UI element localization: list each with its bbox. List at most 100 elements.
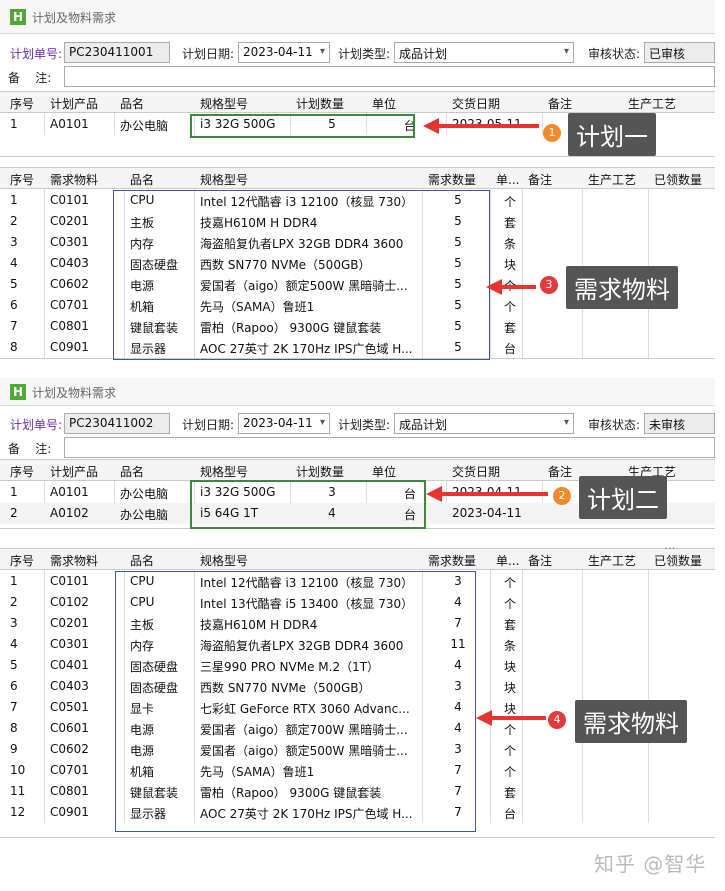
table-cell-unit: 个 bbox=[503, 576, 516, 590]
column-header[interactable]: 单... bbox=[496, 552, 524, 569]
remark-row: 备 注: bbox=[0, 64, 715, 90]
chevron-down-icon[interactable]: ▾ bbox=[564, 417, 569, 428]
callout-label: 计划一 bbox=[568, 113, 656, 156]
column-header[interactable]: 规格型号 bbox=[200, 552, 425, 569]
plan-date-value: 2023-04-11 bbox=[243, 416, 313, 430]
app-logo-icon: H bbox=[10, 384, 26, 400]
plan-type-label: 计划类型: bbox=[338, 47, 391, 61]
column-header[interactable]: 已领数量 bbox=[654, 171, 714, 188]
remark-label: 备 注: bbox=[8, 71, 52, 85]
column-header[interactable]: 需求数量 bbox=[428, 171, 488, 188]
step-badge: 1 bbox=[543, 124, 561, 142]
column-header[interactable]: 规格型号 bbox=[200, 463, 292, 480]
table-cell-unit: 个 bbox=[503, 765, 516, 779]
plan-no-label: 计划单号: bbox=[10, 418, 63, 432]
table-cell-unit: 个 bbox=[503, 744, 516, 758]
table-cell-unit: 块 bbox=[503, 702, 516, 716]
watermark: 知乎 @智华 bbox=[594, 852, 707, 876]
plan-no-field[interactable]: PC230411002 bbox=[64, 413, 170, 434]
column-header[interactable]: 序号 bbox=[10, 463, 46, 480]
table-cell-unit: 块 bbox=[503, 660, 516, 674]
table-cell-seq: 1 bbox=[10, 193, 18, 207]
column-header[interactable]: 需求物料 bbox=[50, 552, 126, 569]
column-header[interactable]: 规格型号 bbox=[200, 95, 292, 112]
callout-label: 需求物料 bbox=[575, 700, 687, 743]
remark-field[interactable] bbox=[64, 66, 715, 87]
plan-date-field[interactable]: 2023-04-11 ▾ bbox=[238, 42, 330, 63]
plan2-highlight-box bbox=[190, 480, 426, 529]
table-cell-seq: 3 bbox=[10, 235, 18, 249]
plan-date-field[interactable]: 2023-04-11 ▾ bbox=[238, 413, 330, 434]
table-cell-seq: 5 bbox=[10, 277, 18, 291]
column-header[interactable]: 需求数量 bbox=[428, 552, 488, 569]
column-header[interactable]: 交货日期 bbox=[452, 95, 542, 112]
table-cell-seq: 7 bbox=[10, 319, 18, 333]
column-header[interactable]: 品名 bbox=[130, 552, 196, 569]
table-cell-unit: 个 bbox=[503, 597, 516, 611]
column-header[interactable]: 备注 bbox=[528, 171, 584, 188]
plan-type-select[interactable]: 成品计划 ▾ bbox=[394, 413, 574, 434]
column-header[interactable]: 序号 bbox=[10, 95, 46, 112]
column-header[interactable]: 生产工艺 bbox=[588, 552, 650, 569]
column-header[interactable]: 序号 bbox=[10, 552, 46, 569]
column-header[interactable]: 备注 bbox=[548, 95, 624, 112]
table-cell-unit: 块 bbox=[503, 681, 516, 695]
table-cell-seq: 6 bbox=[10, 679, 18, 693]
table-cell-unit: 个 bbox=[503, 723, 516, 737]
column-header[interactable]: 品名 bbox=[120, 463, 196, 480]
plan-no-value: PC230411002 bbox=[69, 416, 154, 430]
column-header[interactable]: 品名 bbox=[120, 95, 196, 112]
table-cell-name: 办公电脑 bbox=[120, 119, 169, 133]
table-cell-seq: 2 bbox=[10, 214, 18, 228]
table-cell-seq: 10 bbox=[10, 763, 26, 777]
column-header[interactable]: 备注 bbox=[528, 552, 584, 569]
column-header[interactable]: 单位 bbox=[372, 95, 448, 112]
window-title: 计划及物料需求 bbox=[32, 11, 117, 25]
plan2-materials-box bbox=[115, 571, 476, 832]
step-badge: 4 bbox=[548, 711, 566, 729]
plan-date-value: 2023-04-11 bbox=[243, 45, 313, 59]
chevron-down-icon[interactable]: ▾ bbox=[320, 417, 325, 428]
column-header[interactable]: 计划产品 bbox=[50, 463, 116, 480]
plan-no-field[interactable]: PC230411001 bbox=[64, 42, 170, 63]
column-header[interactable]: 生产工艺 bbox=[628, 95, 714, 112]
column-header[interactable]: 已领数量 bbox=[654, 552, 714, 569]
column-header[interactable]: 规格型号 bbox=[200, 171, 425, 188]
table-cell-seq: 7 bbox=[10, 700, 18, 714]
column-header[interactable]: 计划数量 bbox=[296, 95, 368, 112]
plan-type-value: 成品计划 bbox=[399, 47, 448, 61]
table-cell-unit: 套 bbox=[503, 216, 516, 230]
table-cell-seq: 1 bbox=[10, 117, 18, 131]
column-header[interactable]: 需求物料 bbox=[50, 171, 126, 188]
column-header[interactable]: 单... bbox=[496, 171, 524, 188]
audit-status-field[interactable]: 未审核 bbox=[644, 413, 715, 434]
arrow-line bbox=[437, 124, 539, 128]
table-cell-name: 办公电脑 bbox=[120, 487, 169, 501]
table-cell-unit: 条 bbox=[503, 237, 516, 251]
table-cell-seq: 1 bbox=[10, 574, 18, 588]
table-cell-seq: 1 bbox=[10, 485, 18, 499]
table-cell-product: A0101 bbox=[50, 117, 89, 131]
table-cell-product: A0102 bbox=[50, 506, 89, 520]
column-header[interactable]: 品名 bbox=[130, 171, 196, 188]
column-header[interactable]: 计划产品 bbox=[50, 95, 116, 112]
plan-type-select[interactable]: 成品计划 ▾ bbox=[394, 42, 574, 63]
chevron-down-icon[interactable]: ▾ bbox=[320, 46, 325, 57]
remark-field[interactable] bbox=[64, 437, 715, 458]
callout-label: 需求物料 bbox=[566, 266, 678, 309]
column-header[interactable]: 计划数量 bbox=[296, 463, 368, 480]
column-header[interactable]: 交货日期 bbox=[452, 463, 542, 480]
table-cell-seq: 5 bbox=[10, 658, 18, 672]
window-title: 计划及物料需求 bbox=[32, 386, 117, 400]
column-header[interactable]: 生产工艺 bbox=[588, 171, 650, 188]
audit-status-field[interactable]: 已审核 bbox=[644, 42, 715, 63]
audit-status-value: 未审核 bbox=[649, 418, 686, 432]
chevron-down-icon[interactable]: ▾ bbox=[564, 46, 569, 57]
table-cell-seq: 4 bbox=[10, 256, 18, 270]
app-logo-icon: H bbox=[10, 9, 26, 25]
remark-row: 备 注: bbox=[0, 435, 715, 461]
column-header[interactable]: 序号 bbox=[10, 171, 46, 188]
plan-no-label: 计划单号: bbox=[10, 47, 63, 61]
plan-date-label: 计划日期: bbox=[182, 418, 235, 432]
column-header[interactable]: 单位 bbox=[372, 463, 448, 480]
